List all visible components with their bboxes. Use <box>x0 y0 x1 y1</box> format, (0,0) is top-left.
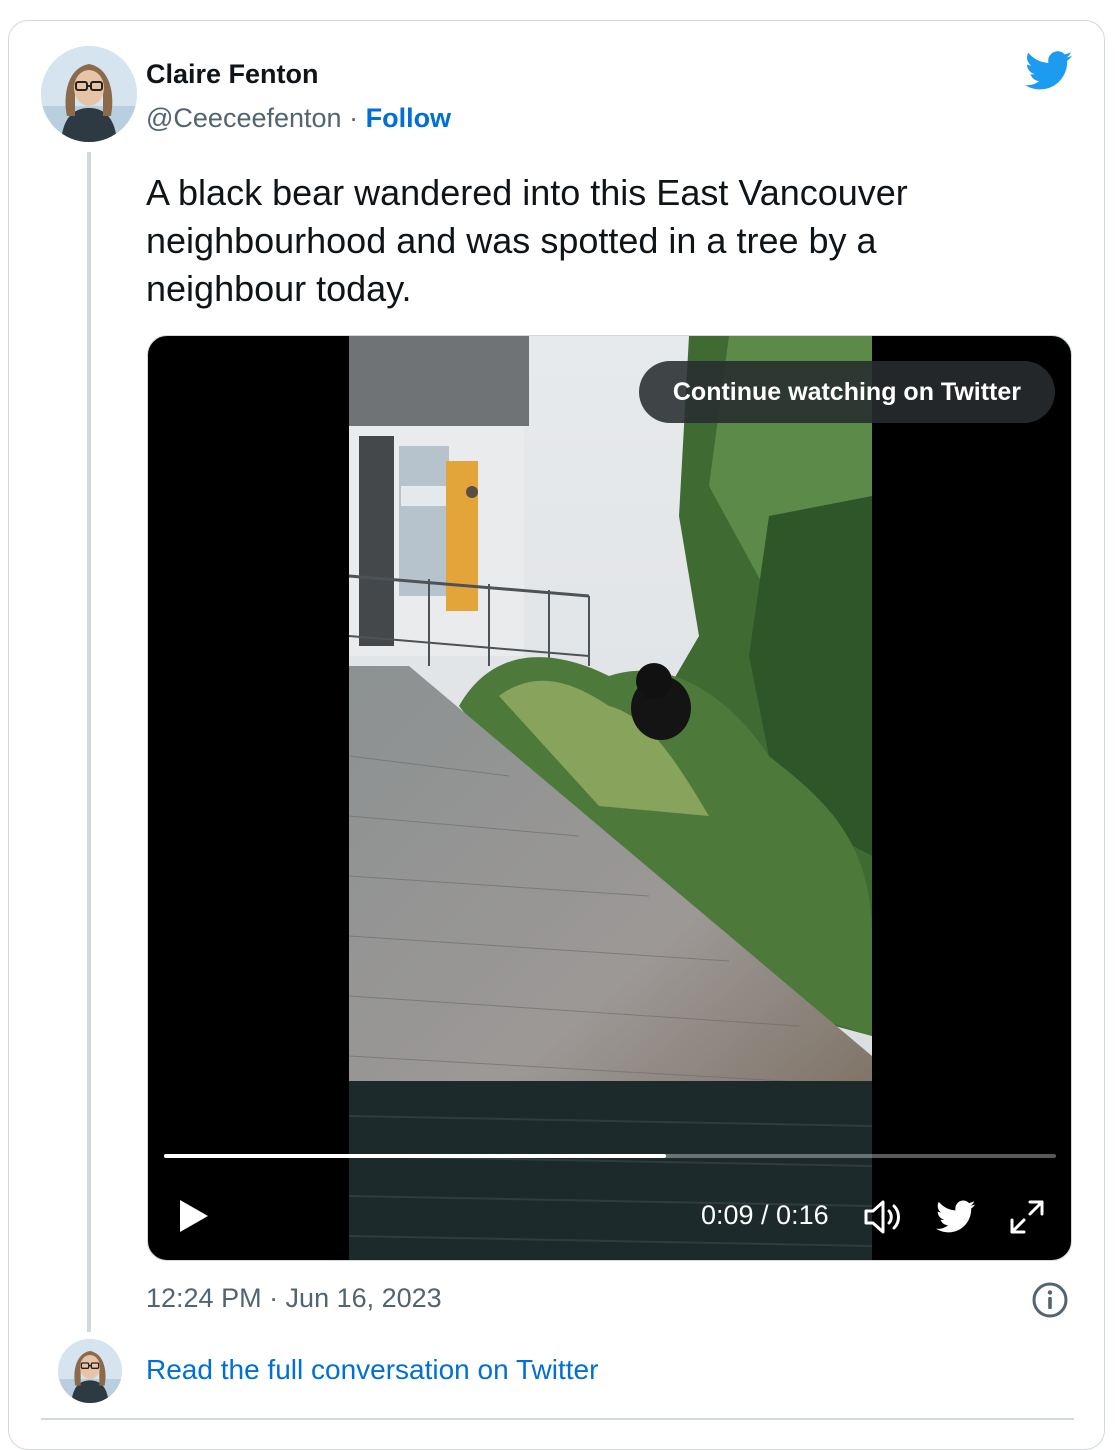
divider <box>41 1418 1074 1420</box>
tweet-card: Claire Fenton @Ceeceefenton · Follow A b… <box>8 20 1105 1450</box>
author-handle[interactable]: @Ceeceefenton <box>146 103 342 133</box>
author-avatar-small[interactable] <box>58 1339 122 1403</box>
author-name[interactable]: Claire Fenton <box>146 59 319 90</box>
author-handle-row: @Ceeceefenton · Follow <box>146 103 451 134</box>
video-time-display: 0:09 / 0:16 <box>701 1200 829 1230</box>
fullscreen-icon[interactable] <box>1008 1198 1046 1236</box>
handle-separator: · <box>349 103 359 133</box>
tweet-timestamp[interactable]: 12:24 PM · Jun 16, 2023 <box>146 1283 442 1314</box>
video-player[interactable]: Continue watching on Twitter 0:09 / 0:16 <box>147 335 1072 1261</box>
play-icon[interactable] <box>176 1198 210 1234</box>
tweet-text: A black bear wandered into this East Van… <box>146 172 908 309</box>
volume-icon[interactable] <box>863 1199 905 1235</box>
author-avatar[interactable] <box>41 46 137 142</box>
thread-line <box>87 152 91 1332</box>
video-progress-fill <box>164 1154 666 1158</box>
twitter-bird-icon[interactable] <box>1025 51 1073 91</box>
follow-button[interactable]: Follow <box>366 103 451 133</box>
video-frame <box>349 336 872 1260</box>
read-full-conversation-link[interactable]: Read the full conversation on Twitter <box>146 1354 598 1386</box>
continue-watching-button[interactable]: Continue watching on Twitter <box>638 361 1055 423</box>
twitter-bird-icon[interactable] <box>936 1200 976 1234</box>
info-icon[interactable] <box>1031 1281 1069 1319</box>
video-progress-bar[interactable] <box>164 1154 1056 1158</box>
